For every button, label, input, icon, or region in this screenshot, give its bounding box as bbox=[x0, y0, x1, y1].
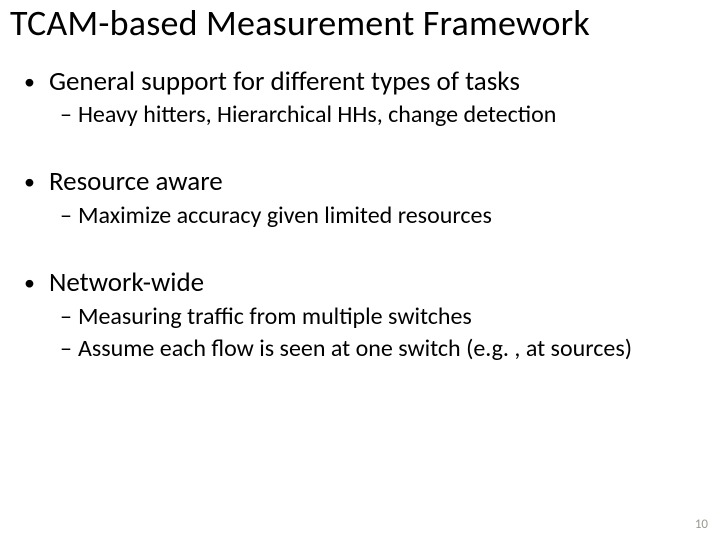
bullet-level1: • Network-wide bbox=[24, 267, 710, 299]
slide: TCAM-based Measurement Framework • Gener… bbox=[0, 0, 720, 540]
sub-bullet-text: Heavy hitters, Hierarchical HHs, change … bbox=[78, 100, 556, 130]
bullet-dot-icon: • bbox=[24, 166, 35, 198]
dash-icon: – bbox=[60, 100, 72, 130]
bullet-level2: – Maximize accuracy given limited resour… bbox=[24, 201, 710, 231]
bullet-level2: – Assume each flow is seen at one switch… bbox=[24, 334, 710, 364]
bullet-text: Resource aware bbox=[49, 166, 223, 198]
slide-content: • General support for different types of… bbox=[10, 66, 710, 365]
bullet-text: Network-wide bbox=[49, 267, 204, 299]
sub-bullet-text: Measuring traffic from multiple switches bbox=[78, 302, 472, 332]
dash-icon: – bbox=[60, 201, 72, 231]
bullet-level2: – Measuring traffic from multiple switch… bbox=[24, 302, 710, 332]
bullet-dot-icon: • bbox=[24, 66, 35, 98]
sub-bullet-text: Assume each flow is seen at one switch (… bbox=[78, 334, 632, 364]
bullet-level1: • General support for different types of… bbox=[24, 66, 710, 98]
bullet-dot-icon: • bbox=[24, 267, 35, 299]
bullet-level2: – Heavy hitters, Hierarchical HHs, chang… bbox=[24, 100, 710, 130]
slide-title: TCAM-based Measurement Framework bbox=[10, 4, 710, 44]
page-number: 10 bbox=[695, 517, 708, 532]
bullet-level1: • Resource aware bbox=[24, 166, 710, 198]
dash-icon: – bbox=[60, 302, 72, 332]
dash-icon: – bbox=[60, 334, 72, 364]
bullet-text: General support for different types of t… bbox=[49, 66, 520, 98]
sub-bullet-text: Maximize accuracy given limited resource… bbox=[78, 201, 492, 231]
